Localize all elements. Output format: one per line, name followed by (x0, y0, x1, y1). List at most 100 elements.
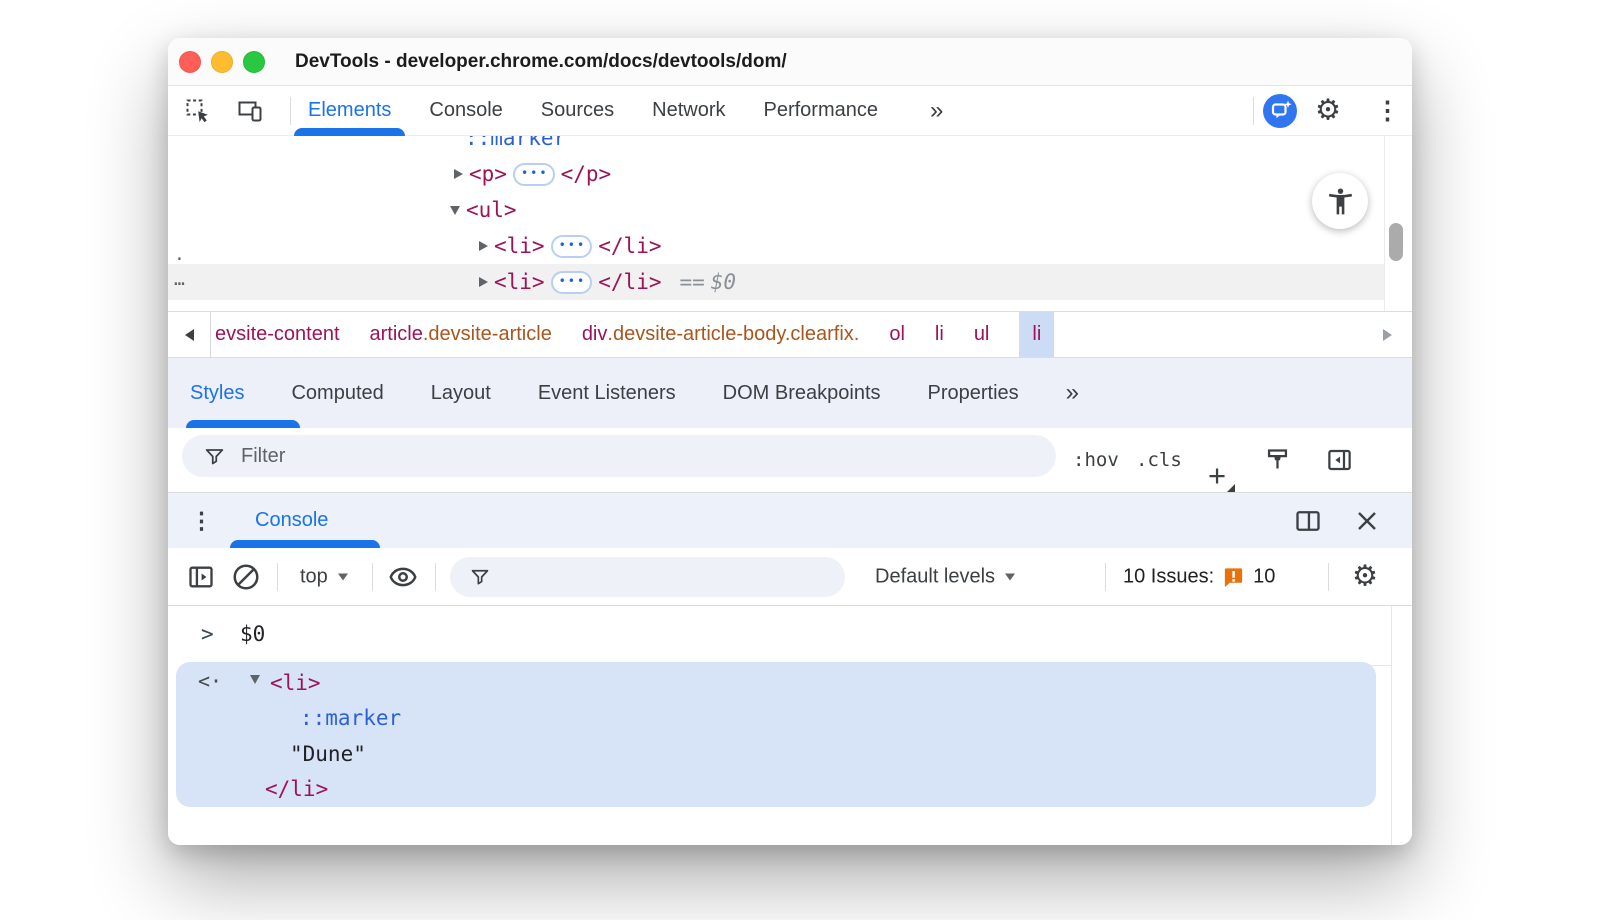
tab-styles[interactable]: Styles (190, 382, 244, 405)
breadcrumb: evsite-content article.devsite-article d… (210, 312, 1362, 357)
breadcrumb-scroll-left-button[interactable] (168, 312, 211, 357)
drawer-header: ⋮ Console (168, 492, 1412, 548)
zoom-window-button[interactable] (243, 51, 265, 73)
toolbar-divider (277, 563, 278, 591)
settings-gear-icon[interactable]: ⚙ (1315, 96, 1341, 125)
console-return-marker: <· (198, 669, 222, 693)
breadcrumb-item[interactable]: li (935, 312, 944, 357)
ellipsis-expand-button[interactable]: ••• (551, 271, 593, 294)
tab-elements[interactable]: Elements (308, 86, 391, 135)
rendering-brush-icon[interactable] (1264, 447, 1291, 474)
tab-layout[interactable]: Layout (431, 382, 491, 405)
console-command: $0 (240, 622, 265, 646)
clear-console-icon[interactable] (231, 562, 261, 592)
console-settings-gear-icon[interactable]: ⚙ (1352, 562, 1378, 591)
pseudo-element-label[interactable]: ::marker (465, 136, 566, 150)
log-levels-dropdown[interactable]: Default levels (875, 565, 1015, 588)
tab-network[interactable]: Network (652, 86, 725, 135)
more-panels-button[interactable]: » (930, 97, 943, 125)
accessibility-icon[interactable] (1312, 173, 1368, 229)
tree-row-p[interactable]: <p> ••• </p> (168, 156, 1385, 192)
tab-computed[interactable]: Computed (291, 382, 383, 405)
console-filter-input[interactable] (502, 565, 845, 589)
kebab-menu-icon[interactable]: ⋮ (1375, 98, 1400, 123)
devtools-window: DevTools - developer.chrome.com/docs/dev… (168, 38, 1412, 845)
toggle-sidebar-icon[interactable] (1326, 447, 1353, 474)
breadcrumb-item[interactable]: evsite-content (215, 312, 340, 357)
styles-filter-field[interactable] (182, 435, 1056, 477)
active-tab-underline (186, 420, 300, 428)
show-console-sidebar-icon[interactable] (187, 563, 215, 591)
tab-performance[interactable]: Performance (764, 86, 879, 135)
tree-row-li-selected[interactable]: <li> ••• </li> == $0 (168, 264, 1385, 300)
tab-sources[interactable]: Sources (541, 86, 614, 135)
issues-counter-button[interactable]: 10 Issues: 10 (1123, 565, 1275, 588)
ai-assistant-icon[interactable] (1263, 94, 1297, 128)
filter-funnel-icon (470, 567, 490, 587)
node-text-content: "Dune" (290, 742, 366, 766)
expand-triangle-icon[interactable] (479, 241, 488, 251)
toolbar-divider (290, 97, 291, 125)
expand-triangle-icon[interactable] (479, 277, 488, 287)
context-selector-dropdown[interactable]: top (300, 565, 348, 588)
device-toolbar-icon[interactable] (237, 98, 263, 124)
breadcrumb-item[interactable]: article.devsite-article (370, 312, 552, 357)
tab-console[interactable]: Console (429, 86, 502, 135)
left-arrow-icon (185, 329, 194, 341)
styles-filter-input[interactable] (239, 444, 1056, 469)
console-filter-field[interactable] (450, 557, 845, 597)
collapse-triangle-icon[interactable] (250, 675, 260, 684)
tab-dom-breakpoints[interactable]: DOM Breakpoints (723, 382, 881, 405)
toolbar-divider (1328, 563, 1329, 591)
tree-row-li-1[interactable]: <li> ••• </li> (168, 228, 1385, 264)
console-scrollbar-track[interactable] (1391, 606, 1392, 845)
split-panel-icon[interactable] (1294, 507, 1322, 535)
toggle-classes-button[interactable]: .cls (1136, 449, 1182, 471)
close-window-button[interactable] (179, 51, 201, 73)
corner-triangle-icon (1227, 484, 1235, 492)
breadcrumb-item[interactable]: ul (974, 312, 990, 357)
console-prompt-chevron: > (201, 622, 214, 646)
breadcrumb-item[interactable]: div.devsite-article-body.clearfix. (582, 312, 860, 357)
minimize-window-button[interactable] (211, 51, 233, 73)
drawer-kebab-menu-icon[interactable]: ⋮ (190, 509, 213, 532)
main-toolbar: Elements Console Sources Network Perform… (168, 86, 1412, 136)
breadcrumb-item[interactable]: ol (889, 312, 905, 357)
collapse-triangle-icon[interactable] (450, 206, 460, 215)
scrollbar-thumb[interactable] (1389, 223, 1403, 261)
tab-event-listeners[interactable]: Event Listeners (538, 382, 676, 405)
expand-triangle-icon[interactable] (454, 169, 463, 179)
more-styles-tabs-button[interactable]: » (1066, 379, 1079, 407)
tree-row-ul[interactable]: <ul> (168, 192, 1385, 228)
toolbar-divider (1105, 563, 1106, 591)
toolbar-divider (435, 563, 436, 591)
ellipsis-expand-button[interactable]: ••• (551, 235, 593, 258)
styles-tab-bar: Styles Computed Layout Event Listeners D… (168, 358, 1412, 428)
toggle-hover-state-button[interactable]: :hov (1073, 449, 1119, 471)
styles-filter-row: :hov .cls + (168, 428, 1412, 492)
toolbar-divider (1253, 97, 1254, 125)
clipped-text-fragment: … (174, 269, 185, 290)
chevron-down-icon (338, 573, 348, 580)
console-result-block[interactable]: <· <li> ::marker "Dune" </li> (176, 662, 1376, 807)
chevron-down-icon (1005, 573, 1015, 580)
filter-funnel-icon (204, 446, 225, 467)
breadcrumb-bar: evsite-content article.devsite-article d… (168, 311, 1412, 358)
console-command-row[interactable]: > $0 (168, 606, 1392, 666)
tab-properties[interactable]: Properties (928, 382, 1019, 405)
vertical-scrollbar[interactable] (1384, 136, 1412, 311)
console-toolbar: top Default levels 10 Issues: (168, 548, 1412, 606)
right-arrow-icon (1383, 329, 1392, 341)
breadcrumb-item-selected[interactable]: li (1019, 312, 1054, 357)
issues-icon (1222, 565, 1245, 588)
live-expression-eye-icon[interactable] (388, 562, 418, 592)
breadcrumb-scroll-right-button[interactable] (1362, 312, 1412, 357)
console-output: > $0 <· <li> ::marker "Dune" </li> (168, 606, 1412, 845)
new-style-rule-button[interactable]: + (1208, 458, 1226, 493)
close-drawer-icon[interactable] (1355, 509, 1379, 533)
inspect-element-icon[interactable] (185, 98, 211, 124)
elements-dom-tree: ::marker <p> ••• </p> <ul> <li> ••• </li… (168, 136, 1412, 311)
tree-row-marker-clipped[interactable]: ::marker (168, 136, 1385, 156)
ellipsis-expand-button[interactable]: ••• (513, 163, 555, 186)
active-tab-underline (230, 540, 380, 548)
